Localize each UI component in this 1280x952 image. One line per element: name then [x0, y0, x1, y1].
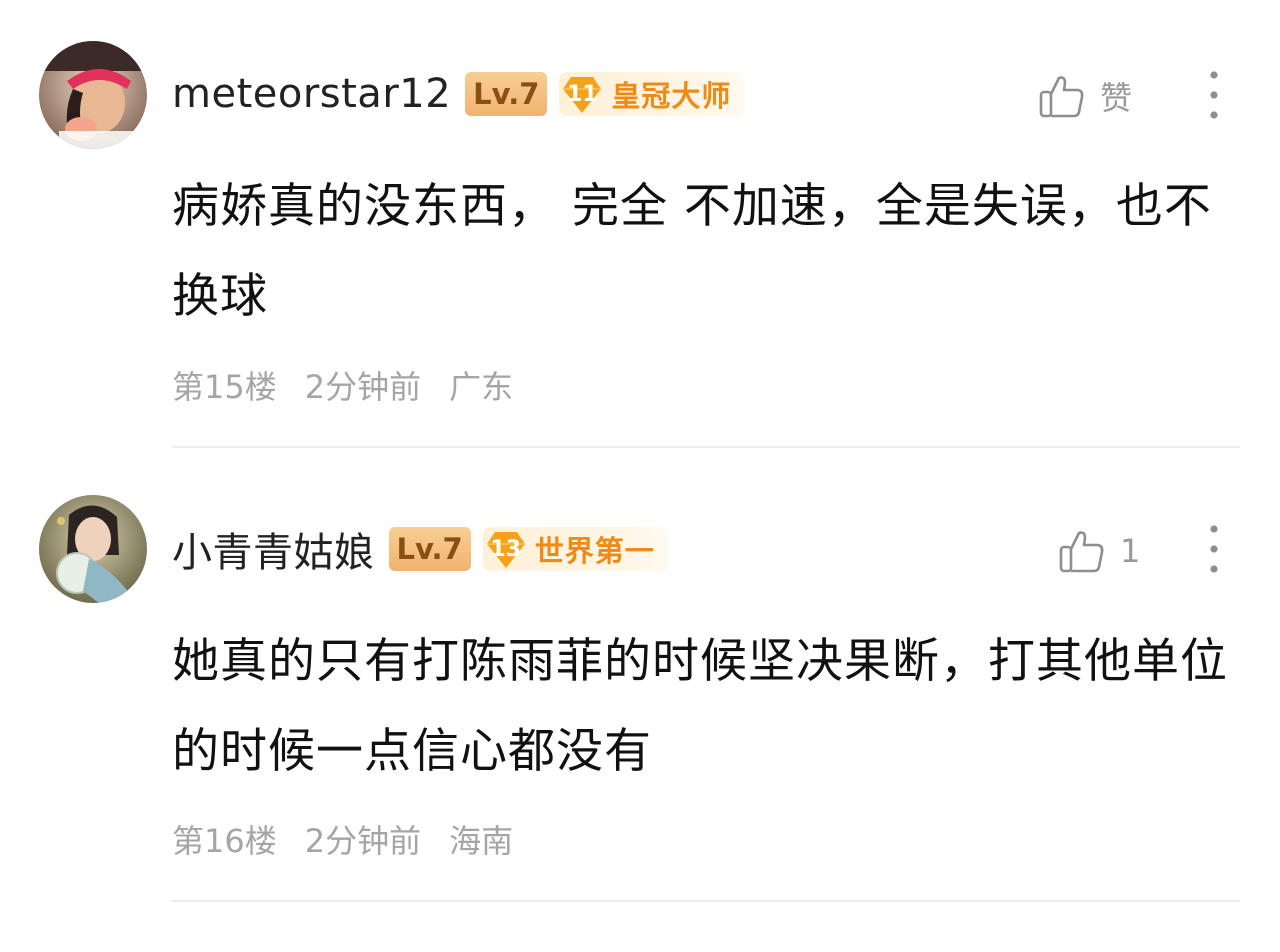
- username[interactable]: meteorstar12: [172, 71, 451, 117]
- post-time: 2分钟前: [304, 822, 422, 860]
- divider: [172, 900, 1240, 902]
- avatar[interactable]: [39, 495, 147, 603]
- comment-header: meteorstar12 Lv.7 11 皇冠大师: [172, 64, 746, 124]
- rank-badge[interactable]: 13 世界第一: [482, 526, 669, 572]
- username[interactable]: 小青青姑娘: [172, 520, 375, 578]
- rank-badge[interactable]: 11 皇冠大师: [559, 71, 746, 117]
- floor-number: 第15楼: [172, 368, 277, 406]
- rank-number: 11: [567, 81, 598, 107]
- rank-title: 皇冠大师: [611, 79, 732, 113]
- like-label: 赞: [1100, 79, 1133, 117]
- location: 广东: [449, 368, 514, 406]
- like-button[interactable]: 赞: [1038, 66, 1132, 126]
- comment-meta: 第16楼 2分钟前 海南: [172, 816, 541, 862]
- comment-content: 病娇真的没东西， 完全 不加速，全是失误，也不换球: [172, 179, 1212, 324]
- level-badge: Lv.7: [388, 527, 471, 571]
- more-vertical-icon[interactable]: [1199, 520, 1229, 580]
- rank-number: 13: [490, 536, 522, 562]
- divider: [172, 446, 1240, 448]
- comment-meta: 第15楼 2分钟前 广东: [172, 362, 541, 408]
- location: 海南: [449, 822, 514, 860]
- like-count: 1: [1120, 532, 1141, 570]
- comment-item: 小青青姑娘 Lv.7 13 世界第一 1 她真的只有打陈雨菲的时候坚决果断，打其…: [0, 450, 1280, 902]
- comment-header: 小青青姑娘 Lv.7 13 世界第一: [172, 519, 669, 579]
- more-vertical-icon[interactable]: [1199, 66, 1229, 126]
- rank-diamond-icon: 13: [483, 526, 529, 572]
- thumbs-up-icon: [1059, 531, 1104, 573]
- comment-content: 她真的只有打陈雨菲的时候坚决果断，打其他单位的时候一点信心都没有: [172, 634, 1228, 779]
- floor-number: 第16楼: [172, 822, 277, 860]
- thumbs-up-icon: [1039, 76, 1084, 118]
- rank-title: 世界第一: [534, 534, 655, 568]
- level-badge: Lv.7: [465, 72, 548, 116]
- post-time: 2分钟前: [304, 368, 422, 406]
- rank-diamond-icon: 11: [559, 71, 605, 117]
- avatar[interactable]: [39, 41, 147, 149]
- comment-item: meteorstar12 Lv.7 11 皇冠大师 赞 病娇真的没东西， 完全 …: [0, 0, 1280, 450]
- like-button[interactable]: 1: [1058, 521, 1140, 581]
